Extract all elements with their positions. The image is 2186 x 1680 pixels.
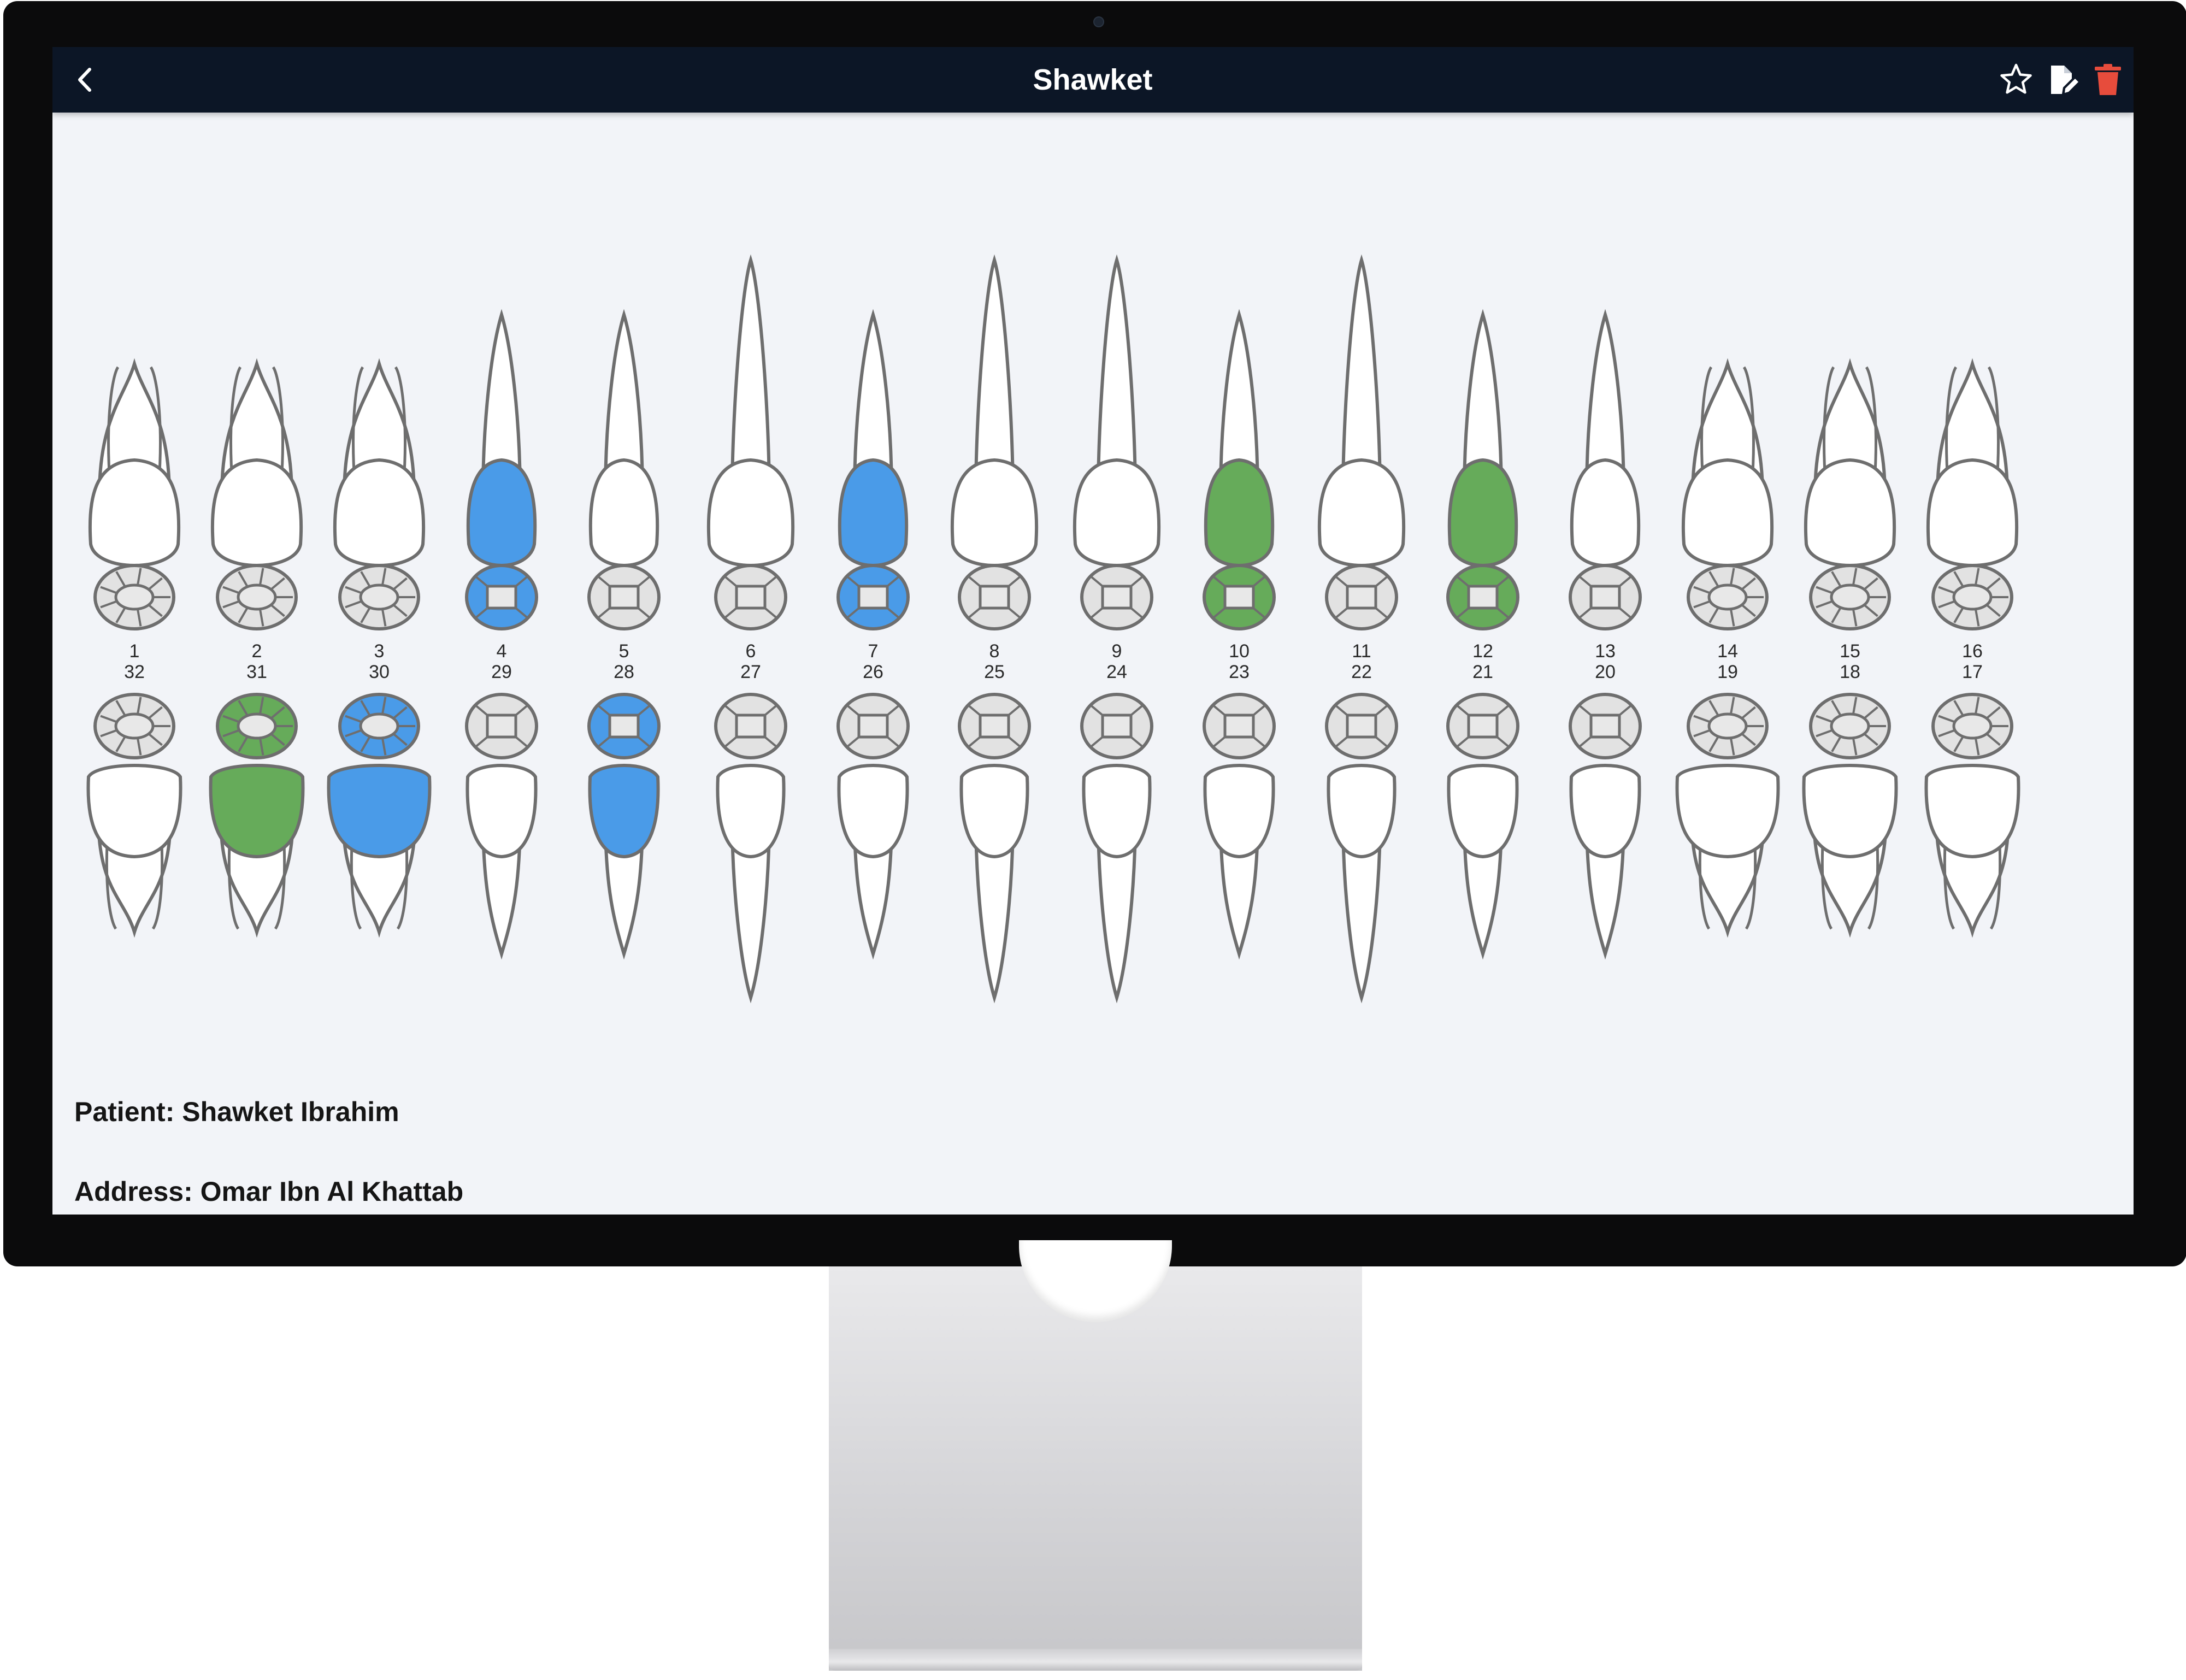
upper-tooth-number: 8: [989, 641, 1000, 662]
upper-tooth-1[interactable]: 1: [88, 358, 181, 662]
lower-tooth-28[interactable]: 28: [587, 662, 661, 960]
lower-tooth-20[interactable]: 20: [1569, 662, 1642, 960]
tooth-chart: 1322313304295286277268259241023112212211…: [86, 254, 2020, 1004]
patient-name-line: Patient: Shawket Ibrahim: [74, 1097, 399, 1127]
upper-tooth-14[interactable]: 14: [1681, 358, 1774, 662]
lower-tooth-number: 30: [369, 662, 390, 682]
monitor-stand: [829, 1266, 1362, 1671]
lower-tooth-27[interactable]: 27: [714, 662, 787, 1004]
lower-tooth-number: 26: [863, 662, 883, 682]
upper-tooth-15[interactable]: 15: [1804, 358, 1896, 662]
lower-tooth-29[interactable]: 29: [465, 662, 538, 960]
upper-tooth-number: 12: [1472, 641, 1493, 662]
upper-tooth-3[interactable]: 3: [333, 358, 426, 662]
lower-tooth-23[interactable]: 23: [1203, 662, 1276, 960]
stand-base: [829, 1649, 1362, 1671]
lower-tooth-number: 29: [491, 662, 512, 682]
lower-tooth-25[interactable]: 25: [958, 662, 1031, 1004]
upper-tooth-number: 1: [129, 641, 140, 662]
lower-tooth-number: 22: [1351, 662, 1372, 682]
upper-tooth-number: 6: [746, 641, 756, 662]
upper-tooth-13[interactable]: 13: [1569, 309, 1642, 662]
upper-tooth-10[interactable]: 10: [1203, 309, 1276, 662]
upper-tooth-number: 13: [1595, 641, 1616, 662]
back-button[interactable]: [64, 59, 106, 101]
lower-tooth-22[interactable]: 22: [1325, 662, 1398, 1004]
lower-tooth-number: 31: [246, 662, 267, 682]
lower-tooth-number: 17: [1962, 662, 1983, 682]
lower-tooth-number: 25: [984, 662, 1005, 682]
upper-tooth-number: 10: [1229, 641, 1250, 662]
page-title: Shawket: [1033, 63, 1153, 96]
lower-tooth-17[interactable]: 17: [1924, 662, 2020, 938]
lower-tooth-number: 24: [1106, 662, 1127, 682]
edit-document-icon: [2051, 66, 2078, 94]
upper-tooth-16[interactable]: 16: [1926, 358, 2019, 662]
upper-tooth-number: 4: [497, 641, 507, 662]
upper-tooth-9[interactable]: 9: [1073, 254, 1161, 662]
upper-tooth-number: 3: [374, 641, 385, 662]
app-screen: Shawket 1 32 2 3 1 3 30 4 29 5 28 6 27 7 …: [52, 47, 2134, 1215]
upper-tooth-number: 16: [1962, 641, 1983, 662]
lower-tooth-32[interactable]: 32: [86, 662, 182, 938]
camera-dot: [1093, 16, 1104, 27]
edit-button[interactable]: [2042, 59, 2084, 101]
lower-tooth-number: 28: [614, 662, 634, 682]
star-icon: [2000, 63, 2032, 94]
upper-tooth-number: 5: [619, 641, 629, 662]
upper-tooth-number: 11: [1352, 641, 1371, 662]
monitor-frame: Shawket 1 32 2 3 1 3 30 4 29 5 28 6 27 7 …: [3, 1, 2186, 1266]
upper-tooth-7[interactable]: 7: [836, 309, 910, 662]
lower-tooth-number: 27: [740, 662, 761, 682]
lower-tooth-18[interactable]: 18: [1802, 662, 1898, 938]
upper-tooth-12[interactable]: 12: [1446, 309, 1519, 662]
upper-tooth-number: 14: [1717, 641, 1738, 662]
favorite-button[interactable]: [1995, 59, 2037, 101]
lower-tooth-19[interactable]: 19: [1675, 662, 1780, 938]
upper-tooth-number: 2: [252, 641, 262, 662]
lower-tooth-24[interactable]: 24: [1080, 662, 1153, 1004]
lower-tooth-26[interactable]: 26: [836, 662, 910, 960]
upper-tooth-2[interactable]: 2: [210, 358, 303, 662]
lower-tooth-number: 23: [1229, 662, 1250, 682]
patient-address-line: Address: Omar Ibn Al Khattab: [74, 1176, 464, 1207]
upper-tooth-number: 15: [1840, 641, 1860, 662]
upper-tooth-5[interactable]: 5: [587, 309, 661, 662]
lower-tooth-30[interactable]: 30: [327, 662, 432, 938]
lower-tooth-number: 19: [1717, 662, 1738, 682]
delete-button[interactable]: [2087, 59, 2129, 101]
upper-tooth-11[interactable]: 11: [1317, 254, 1406, 662]
upper-tooth-number: 9: [1112, 641, 1122, 662]
lower-tooth-number: 18: [1840, 662, 1860, 682]
lower-tooth-number: 32: [124, 662, 145, 682]
upper-tooth-6[interactable]: 6: [706, 254, 795, 662]
chevron-left-icon: [78, 68, 91, 92]
upper-tooth-8[interactable]: 8: [950, 254, 1039, 662]
lower-tooth-number: 20: [1595, 662, 1616, 682]
app-bar: Shawket: [52, 47, 2134, 113]
lower-tooth-number: 21: [1472, 662, 1493, 682]
lower-tooth-21[interactable]: 21: [1446, 662, 1519, 960]
lower-tooth-31[interactable]: 31: [209, 662, 305, 938]
trash-icon: [2095, 64, 2121, 95]
upper-tooth-number: 7: [868, 641, 879, 662]
upper-tooth-4[interactable]: 4: [465, 309, 538, 662]
